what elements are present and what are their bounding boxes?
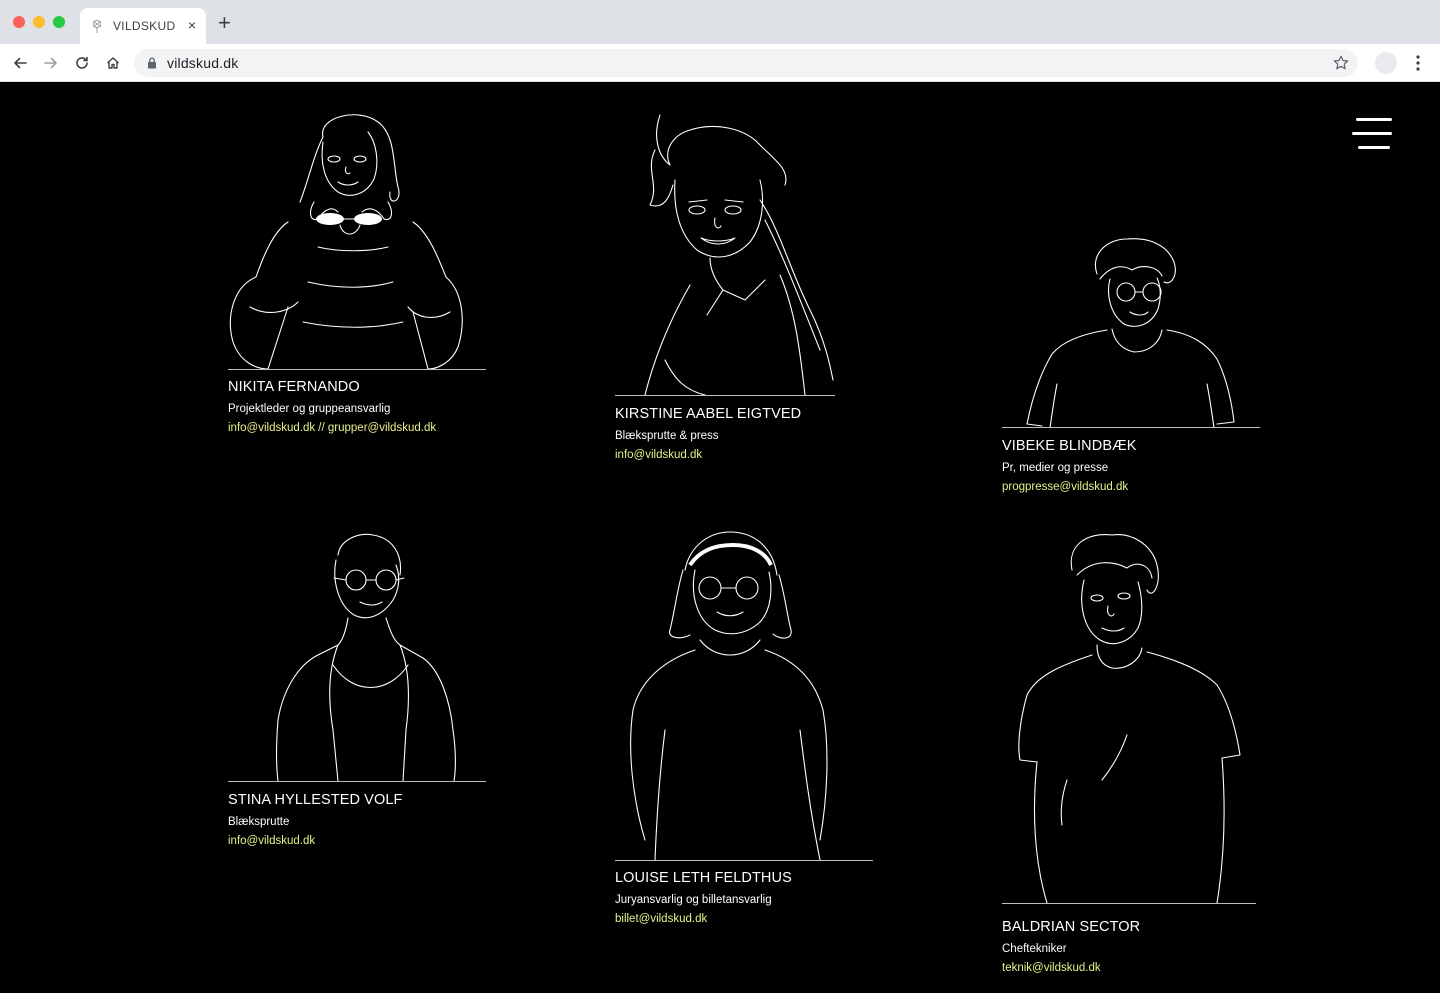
portrait-line-drawing (228, 107, 486, 369)
member-email-link[interactable]: info@vildskud.dk // grupper@vildskud.dk (228, 422, 436, 434)
member-role: Cheftekniker (1002, 943, 1067, 955)
member-role: Blæksprutte (228, 816, 290, 828)
lock-icon (148, 57, 156, 69)
browser-menu-icon[interactable] (1410, 52, 1426, 74)
url-text: vildskud.dk (167, 55, 239, 71)
browser-titlebar: VILDSKUD × + (0, 0, 1440, 44)
member-name: BALDRIAN SECTOR (1002, 919, 1141, 935)
home-icon[interactable] (102, 52, 124, 74)
star-icon[interactable] (1332, 54, 1350, 72)
divider (228, 369, 486, 370)
member-role: Juryansvarlig og billetansvarlig (615, 894, 772, 906)
member-name: STINA HYLLESTED VOLF (228, 792, 403, 808)
address-bar[interactable]: vildskud.dk (134, 49, 1358, 77)
browser-tab[interactable]: VILDSKUD × (80, 8, 206, 44)
member-name: VIBEKE BLINDBÆK (1002, 438, 1137, 454)
member-role: Blæksprutte & press (615, 430, 719, 442)
portrait-line-drawing (1002, 234, 1260, 428)
member-email-link[interactable]: progpresse@vildskud.dk (1002, 481, 1128, 493)
divider (1002, 903, 1256, 904)
back-arrow-icon[interactable] (9, 52, 31, 74)
portrait-line-drawing (1002, 530, 1256, 903)
tab-title: VILDSKUD (113, 19, 176, 33)
divider (228, 781, 486, 782)
browser-toolbar: vildskud.dk (0, 44, 1440, 82)
profile-avatar[interactable] (1375, 52, 1397, 74)
portrait-line-drawing (228, 530, 486, 781)
close-window-button[interactable] (13, 16, 25, 28)
forward-arrow-icon[interactable] (40, 52, 62, 74)
divider (1002, 427, 1260, 428)
member-role: Projektleder og gruppeansvarlig (228, 403, 391, 415)
maximize-window-button[interactable] (53, 16, 65, 28)
portrait-line-drawing (615, 530, 873, 860)
divider (615, 860, 873, 861)
hamburger-menu-icon[interactable] (1352, 118, 1392, 150)
member-name: NIKITA FERNANDO (228, 379, 360, 395)
divider (615, 395, 835, 396)
favicon-icon (92, 20, 102, 33)
member-email-link[interactable]: info@vildskud.dk (615, 449, 702, 461)
portrait-line-drawing (615, 110, 835, 395)
member-email-link[interactable]: info@vildskud.dk (228, 835, 315, 847)
member-email-link[interactable]: billet@vildskud.dk (615, 913, 707, 925)
new-tab-button[interactable]: + (218, 12, 231, 34)
member-name: LOUISE LETH FELDTHUS (615, 870, 792, 886)
minimize-window-button[interactable] (33, 16, 45, 28)
tab-close-icon[interactable]: × (188, 17, 196, 33)
member-name: KIRSTINE AABEL EIGTVED (615, 406, 802, 422)
member-email-link[interactable]: teknik@vildskud.dk (1002, 962, 1101, 974)
reload-icon[interactable] (71, 52, 93, 74)
team-page: NIKITA FERNANDO Projektleder og gruppean… (0, 82, 1440, 993)
member-role: Pr, medier og presse (1002, 462, 1109, 474)
